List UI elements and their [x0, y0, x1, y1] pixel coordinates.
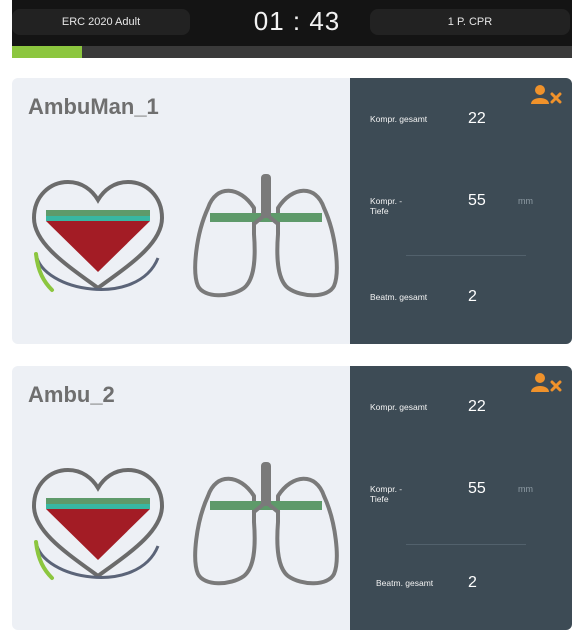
- manikin-card[interactable]: AmbuMan_1 Kompr. gesamt 22 Kompr. - Tief…: [12, 78, 572, 344]
- compression-depth-label-line1: Kompr. -: [370, 484, 403, 494]
- compressions-total-value: 22: [468, 398, 486, 415]
- ventilations-total-label: Beatm. gesamt: [376, 578, 434, 588]
- compression-depth-unit: mm: [518, 484, 533, 494]
- protocol-label: ERC 2020 Adult: [61, 16, 141, 28]
- protocol-selector[interactable]: ERC 2020 Adult: [12, 9, 190, 35]
- recoil-arc-progress: [34, 540, 54, 580]
- depth-band-green: [46, 498, 150, 504]
- stats-divider: [406, 544, 526, 545]
- session-header: ERC 2020 Adult 01 : 43 1 P. CPR: [12, 0, 572, 58]
- session-timer: 01 : 43: [253, 6, 341, 36]
- heart-fill: [46, 221, 150, 272]
- compressions-total-value: 22: [468, 110, 486, 127]
- left-lung: [193, 476, 257, 586]
- compressions-total-label: Kompr. gesamt: [370, 114, 428, 124]
- mode-selector[interactable]: 1 P. CPR: [370, 9, 570, 35]
- heart-fill: [46, 509, 150, 560]
- trachea: [261, 174, 271, 218]
- right-lung: [275, 188, 339, 298]
- manikin-card[interactable]: Ambu_2 Kompr. gesamt 22 Kompr. - Tiefe 5…: [12, 366, 572, 630]
- heart-compression-gauge: [31, 467, 165, 580]
- lungs-ventilation-gauge: [193, 174, 339, 298]
- compression-depth-label-line2: Tiefe: [370, 206, 389, 216]
- ventilations-total-value: 2: [468, 288, 477, 305]
- ventilations-total-row: Beatm. gesamt 2: [370, 574, 560, 602]
- stats-panel: Kompr. gesamt 22 Kompr. - Tiefe 55 mm Be…: [350, 366, 572, 630]
- stats-panel: Kompr. gesamt 22 Kompr. - Tiefe 55 mm Be…: [350, 78, 572, 344]
- user-remove-icon[interactable]: [530, 372, 562, 394]
- ventilations-total-row: Beatm. gesamt 2: [370, 288, 560, 316]
- compressions-total-label: Kompr. gesamt: [370, 402, 428, 412]
- recoil-arc-progress: [34, 252, 54, 292]
- ventilations-total-label: Beatm. gesamt: [370, 292, 428, 302]
- mode-label: 1 P. CPR: [447, 16, 493, 28]
- trachea: [261, 462, 271, 506]
- lungs-ventilation-gauge: [193, 462, 339, 586]
- compression-depth-value: 55: [468, 480, 486, 497]
- left-lung: [193, 188, 257, 298]
- compression-depth-value: 55: [468, 192, 486, 209]
- ventilations-total-value: 2: [468, 574, 477, 591]
- compression-depth-label: Kompr. - Tiefe: [370, 484, 450, 504]
- session-progress-fill: [12, 46, 82, 58]
- compressions-total-row: Kompr. gesamt 22: [370, 110, 560, 138]
- user-remove-icon[interactable]: [530, 84, 562, 106]
- compression-depth-label-line2: Tiefe: [370, 494, 389, 504]
- heart-compression-gauge: [31, 179, 165, 292]
- depth-band-teal: [46, 504, 150, 509]
- right-lung: [275, 476, 339, 586]
- stats-divider: [406, 255, 526, 256]
- compression-depth-label: Kompr. - Tiefe: [370, 196, 450, 216]
- manikin-name: AmbuMan_1: [28, 94, 159, 119]
- depth-band-green: [46, 210, 150, 216]
- depth-band-teal: [46, 216, 150, 221]
- compression-depth-unit: mm: [518, 196, 533, 206]
- manikin-name: Ambu_2: [28, 382, 115, 407]
- compressions-total-row: Kompr. gesamt 22: [370, 398, 560, 426]
- session-progress-bar: [12, 46, 572, 58]
- compression-depth-row: Kompr. - Tiefe 55 mm: [370, 192, 560, 220]
- compression-depth-label-line1: Kompr. -: [370, 196, 403, 206]
- compression-depth-row: Kompr. - Tiefe 55 mm: [370, 480, 560, 508]
